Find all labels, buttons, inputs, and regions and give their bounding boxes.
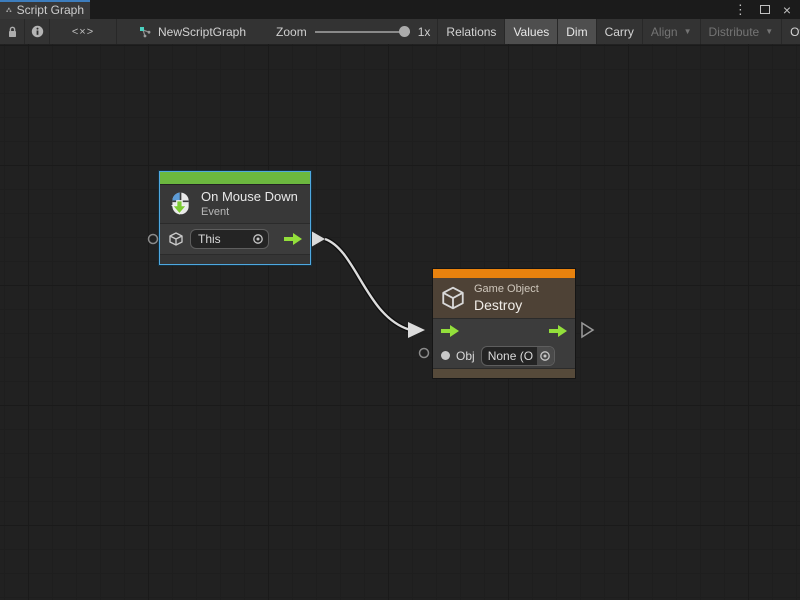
connection-wire[interactable] <box>325 239 409 330</box>
node-header: Game Object Destroy <box>433 278 575 318</box>
graph-name-button[interactable]: NewScriptGraph <box>117 19 246 44</box>
node-destroy[interactable]: Game Object Destroy <box>432 268 576 379</box>
connection-arrowhead <box>408 322 425 338</box>
node-footer <box>433 368 575 378</box>
maximize-icon[interactable] <box>760 5 770 14</box>
object-port-row: Obj None (O <box>433 343 575 368</box>
mouse-event-icon <box>167 191 193 217</box>
zoom-value: 1x <box>418 19 431 44</box>
graph-tree-icon <box>6 4 12 16</box>
target-port-row: This <box>160 224 310 254</box>
close-icon[interactable]: × <box>783 3 791 17</box>
object-field[interactable]: None (O <box>481 346 555 366</box>
node-on-mouse-down[interactable]: On Mouse Down Event This <box>159 171 311 265</box>
script-graph-asset-icon <box>139 26 151 38</box>
flow-port-row <box>433 319 575 343</box>
tab-bar: Script Graph ⋮ × <box>0 0 800 19</box>
button-label: Values <box>513 25 549 39</box>
flow-output-port[interactable] <box>284 233 302 245</box>
script-graph-window: Script Graph ⋮ × <×> <box>0 0 800 600</box>
object-value-port[interactable] <box>441 351 450 360</box>
lock-button[interactable] <box>0 19 24 44</box>
object-picker-button[interactable] <box>537 347 554 365</box>
toolbar-button-align[interactable]: Align ▼ <box>643 19 700 44</box>
node-footer <box>160 254 310 264</box>
node-title: Destroy <box>474 297 539 313</box>
button-label: Align <box>651 25 678 39</box>
toolbar-button-values[interactable]: Values <box>505 19 557 44</box>
code-icon: <×> <box>72 26 94 38</box>
flow-output-port[interactable] <box>549 325 567 337</box>
graph-name-label: NewScriptGraph <box>158 25 246 39</box>
node-titles: Game Object Destroy <box>474 283 539 313</box>
connection-source-triangle[interactable] <box>312 232 325 247</box>
menu-icon[interactable]: ⋮ <box>734 3 747 16</box>
button-label: Carry <box>605 25 634 39</box>
node-body: Obj None (O <box>433 318 575 368</box>
game-object-cube-icon <box>440 285 466 311</box>
info-button[interactable] <box>25 19 49 44</box>
toolbar-button-distribute[interactable]: Distribute ▼ <box>701 19 782 44</box>
tab-active-indicator <box>0 0 90 2</box>
node-category: Game Object <box>474 283 539 296</box>
node-titles: On Mouse Down Event <box>201 190 298 219</box>
chevron-down-icon: ▼ <box>765 27 773 36</box>
zoom-label: Zoom <box>276 19 307 44</box>
graph-canvas[interactable]: On Mouse Down Event This <box>0 44 800 600</box>
connection-layer <box>0 44 800 600</box>
object-picker-icon[interactable] <box>252 233 264 245</box>
toolbar-button-dim[interactable]: Dim <box>558 19 595 44</box>
event-accent-strip <box>160 172 310 185</box>
toolbar-button-relations[interactable]: Relations <box>438 19 504 44</box>
target-object-field[interactable]: This <box>190 229 269 249</box>
lock-icon <box>7 26 18 38</box>
zoom-slider[interactable] <box>315 19 410 44</box>
info-icon <box>31 25 44 38</box>
toolbar-button-overview[interactable]: Overview <box>782 19 800 44</box>
flow-input-port[interactable] <box>441 325 459 337</box>
destroy-object-outer-port[interactable] <box>420 349 429 358</box>
game-object-cube-icon <box>168 231 184 247</box>
unit-accent-strip <box>433 269 575 278</box>
button-label: Relations <box>446 25 496 39</box>
toolbar-button-carry[interactable]: Carry <box>597 19 642 44</box>
object-field-value: None (O <box>482 349 537 363</box>
graph-toolbar: <×> NewScriptGraph Zoom 1x Relations Val… <box>0 19 800 44</box>
node-subtitle: Event <box>201 206 298 218</box>
event-target-outer-port[interactable] <box>149 235 158 244</box>
node-body: This <box>160 223 310 254</box>
window-controls: ⋮ × <box>734 0 800 19</box>
button-label: Distribute <box>709 25 760 39</box>
tab-script-graph[interactable]: Script Graph <box>0 0 90 19</box>
object-picker-icon <box>539 350 551 362</box>
target-object-value: This <box>198 232 221 246</box>
flow-continuation-port[interactable] <box>582 323 593 337</box>
tab-label: Script Graph <box>17 3 84 17</box>
code-view-button[interactable]: <×> <box>50 19 116 44</box>
chevron-down-icon: ▼ <box>684 27 692 36</box>
node-header: On Mouse Down Event <box>160 185 310 223</box>
connection-wire-shadow <box>325 239 409 330</box>
port-label: Obj <box>456 349 475 363</box>
zoom-slider-track <box>315 31 410 33</box>
node-title: On Mouse Down <box>201 190 298 205</box>
button-label: Dim <box>566 25 587 39</box>
zoom-slider-handle[interactable] <box>399 26 410 37</box>
button-label: Overview <box>790 25 800 39</box>
